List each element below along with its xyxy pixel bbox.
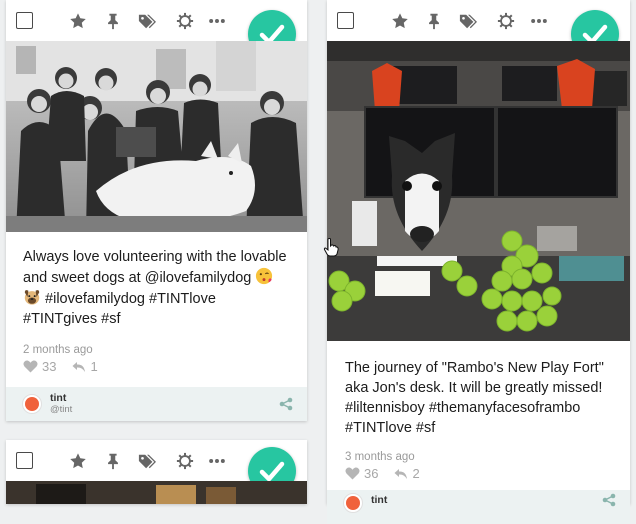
post-text-line: aka Jon's desk. It will be greatly misse… — [345, 380, 603, 396]
tags-icon[interactable] — [459, 12, 477, 30]
select-checkbox[interactable] — [16, 452, 33, 469]
select-checkbox[interactable] — [337, 12, 354, 29]
author-handle: @tint — [50, 404, 73, 415]
like-count[interactable]: 33 — [23, 359, 56, 374]
post-card[interactable]: Always love volunteering with the lovabl… — [6, 0, 307, 421]
post-text-line: and sweet dogs at @ilovefamilydog — [23, 267, 293, 288]
post-card[interactable] — [6, 440, 307, 504]
dog-face-emoji-icon — [23, 288, 41, 306]
star-icon[interactable] — [69, 452, 87, 470]
card-toolbar — [6, 0, 307, 58]
post-time: 3 months ago — [345, 451, 415, 463]
pin-icon[interactable] — [425, 12, 443, 30]
post-image[interactable] — [6, 41, 307, 232]
post-text-line: #TINTgives #sf — [23, 311, 121, 327]
author[interactable]: tint @tint — [50, 392, 73, 416]
tint-logo-icon — [25, 397, 39, 411]
post-stats: 33 1 — [6, 359, 307, 374]
like-count-value: 36 — [364, 466, 379, 481]
post-text-line: The journey of "Rambo's New Play Fort" — [345, 360, 604, 376]
post-footer: tint — [327, 490, 630, 524]
gear-icon[interactable] — [176, 12, 194, 30]
post-text-fragment: and sweet dogs at @ilovefamilydog — [23, 270, 252, 286]
more-icon[interactable] — [530, 12, 548, 30]
post-stats: 36 2 — [327, 466, 630, 481]
more-icon[interactable] — [208, 12, 226, 30]
gear-icon[interactable] — [497, 12, 515, 30]
post-text-line: #TINTlove #sf — [345, 420, 436, 436]
select-checkbox[interactable] — [16, 12, 33, 29]
card-toolbar — [6, 440, 307, 495]
post-text: The journey of "Rambo's New Play Fort" a… — [327, 358, 630, 438]
card-toolbar — [327, 0, 630, 58]
post-text-line: Always love volunteering with the lovabl… — [23, 249, 287, 265]
post-image[interactable] — [327, 41, 630, 341]
kissing-face-emoji-icon — [255, 267, 273, 285]
share-icon[interactable] — [279, 397, 293, 411]
post-image[interactable] — [6, 481, 307, 504]
tint-logo-icon — [346, 496, 360, 510]
pin-icon[interactable] — [104, 452, 122, 470]
heart-icon — [345, 467, 360, 480]
tags-icon[interactable] — [138, 12, 156, 30]
post-text-line: #liltennisboy #themanyfacesoframbo — [345, 400, 581, 416]
repost-count-value: 1 — [90, 359, 98, 374]
hand-cursor-icon — [323, 238, 339, 257]
like-count-value: 33 — [42, 359, 57, 374]
avatar[interactable] — [343, 493, 363, 513]
tags-icon[interactable] — [138, 452, 156, 470]
post-text: Always love volunteering with the lovabl… — [6, 247, 307, 329]
star-icon[interactable] — [391, 12, 409, 30]
post-footer: tint @tint — [6, 387, 307, 421]
post-text-fragment: #ilovefamilydog #TINTlove — [45, 291, 216, 307]
repost-count[interactable]: 1 — [72, 359, 98, 374]
reply-arrow-icon — [72, 361, 86, 372]
post-time: 2 months ago — [23, 344, 93, 356]
like-count[interactable]: 36 — [345, 466, 378, 481]
star-icon[interactable] — [69, 12, 87, 30]
heart-icon — [23, 360, 38, 373]
avatar[interactable] — [22, 394, 42, 414]
share-icon[interactable] — [602, 493, 616, 507]
more-icon[interactable] — [208, 452, 226, 470]
author-name: tint — [50, 392, 67, 404]
gear-icon[interactable] — [176, 452, 194, 470]
pin-icon[interactable] — [104, 12, 122, 30]
reply-arrow-icon — [394, 468, 408, 479]
repost-count[interactable]: 2 — [394, 466, 420, 481]
repost-count-value: 2 — [412, 466, 420, 481]
post-text-line: #ilovefamilydog #TINTlove — [23, 288, 293, 309]
post-card[interactable]: The journey of "Rambo's New Play Fort" a… — [327, 0, 630, 524]
